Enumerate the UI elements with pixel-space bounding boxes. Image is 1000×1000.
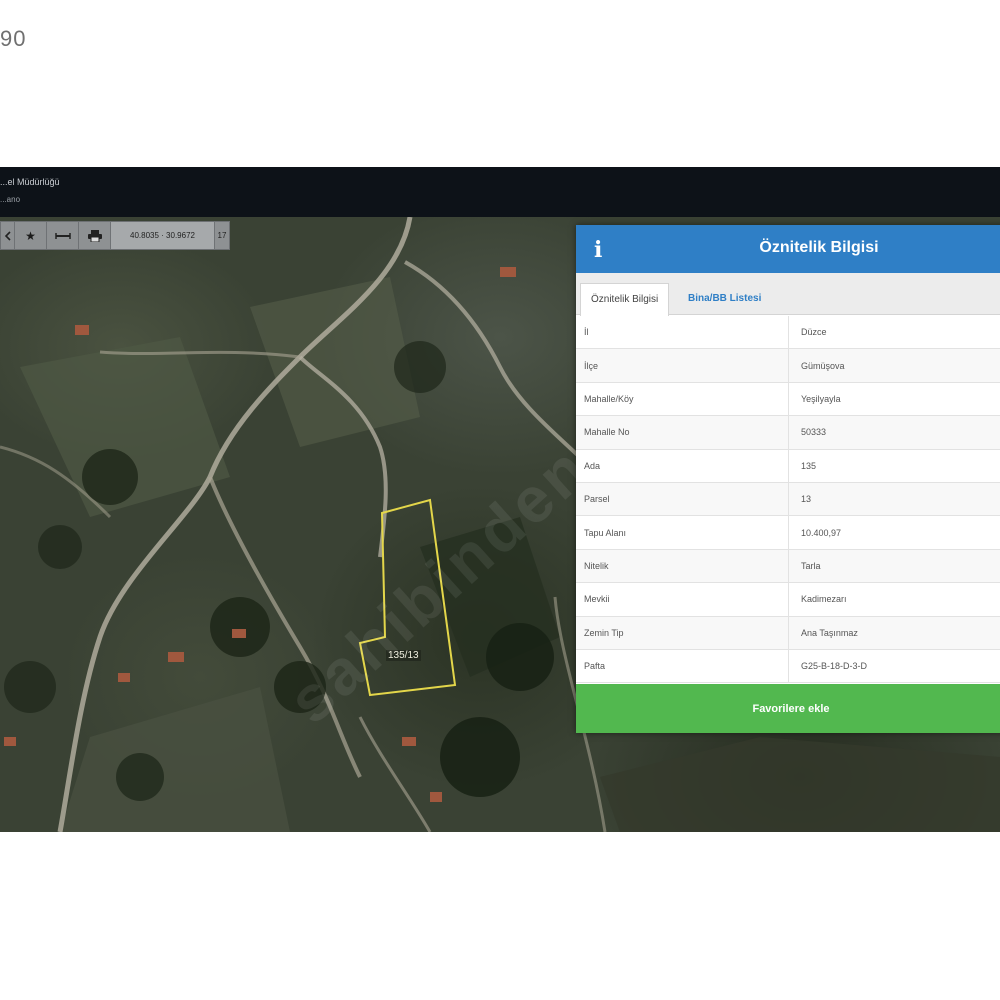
table-row: Zemin Tip Ana Taşınmaz [576, 616, 1000, 650]
parcel-label: 135/13 [386, 650, 421, 661]
tab-building-list[interactable]: Bina/BB Listesi [678, 283, 771, 315]
tab-attribute-info[interactable]: Öznitelik Bilgisi [580, 283, 670, 316]
print-icon[interactable] [79, 222, 111, 249]
table-row: İlçe Gümüşova [576, 349, 1000, 383]
table-row: Mahalle/Köy Yeşilyayla [576, 382, 1000, 417]
table-row: Ada 135 [576, 449, 1000, 483]
app-subtitle: ...ano [0, 195, 21, 204]
attribute-info-panel: i Öznitelik Bilgisi Öznitelik Bilgisi Bi… [576, 225, 1000, 733]
map-application: ...el Müdürlüğü ...ano sahibinden 135/13… [0, 167, 1000, 832]
star-icon[interactable]: ★ [15, 222, 47, 249]
panel-header: i Öznitelik Bilgisi [576, 225, 1000, 273]
measure-line-icon[interactable] [47, 222, 79, 249]
table-row: Mahalle No 50333 [576, 416, 1000, 450]
table-row: Mevkii Kadimezarı [576, 583, 1000, 617]
left-arrow-icon[interactable] [1, 222, 15, 249]
table-row: Nitelik Tarla [576, 549, 1000, 584]
zoom-level: 17 [217, 231, 227, 240]
coordinates-readout: 40.8035 · 30.9672 [111, 222, 215, 249]
add-to-favorites-button[interactable]: Favorilere ekle [576, 684, 1000, 733]
panel-title: Öznitelik Bilgisi [759, 239, 879, 256]
attribute-table: İl Düzce İlçe Gümüşova Mahalle/Köy Yeşilyay… [576, 316, 1000, 684]
panel-tabs: Öznitelik Bilgisi Bina/BB Listesi [576, 273, 1000, 316]
corner-number: 90 [0, 26, 27, 51]
app-title: ...el Müdürlüğü [0, 177, 60, 187]
table-row: Tapu Alanı 10.400,97 [576, 516, 1000, 550]
table-row: Parsel 13 [576, 482, 1000, 517]
table-row: İl Düzce [576, 316, 1000, 350]
table-row: Pafta G25-B-18-D-3-D [576, 649, 1000, 684]
map-toolbar: ★ 40.8035 · 30.9672 17 [0, 221, 230, 250]
app-header: ...el Müdürlüğü ...ano [0, 167, 1000, 217]
